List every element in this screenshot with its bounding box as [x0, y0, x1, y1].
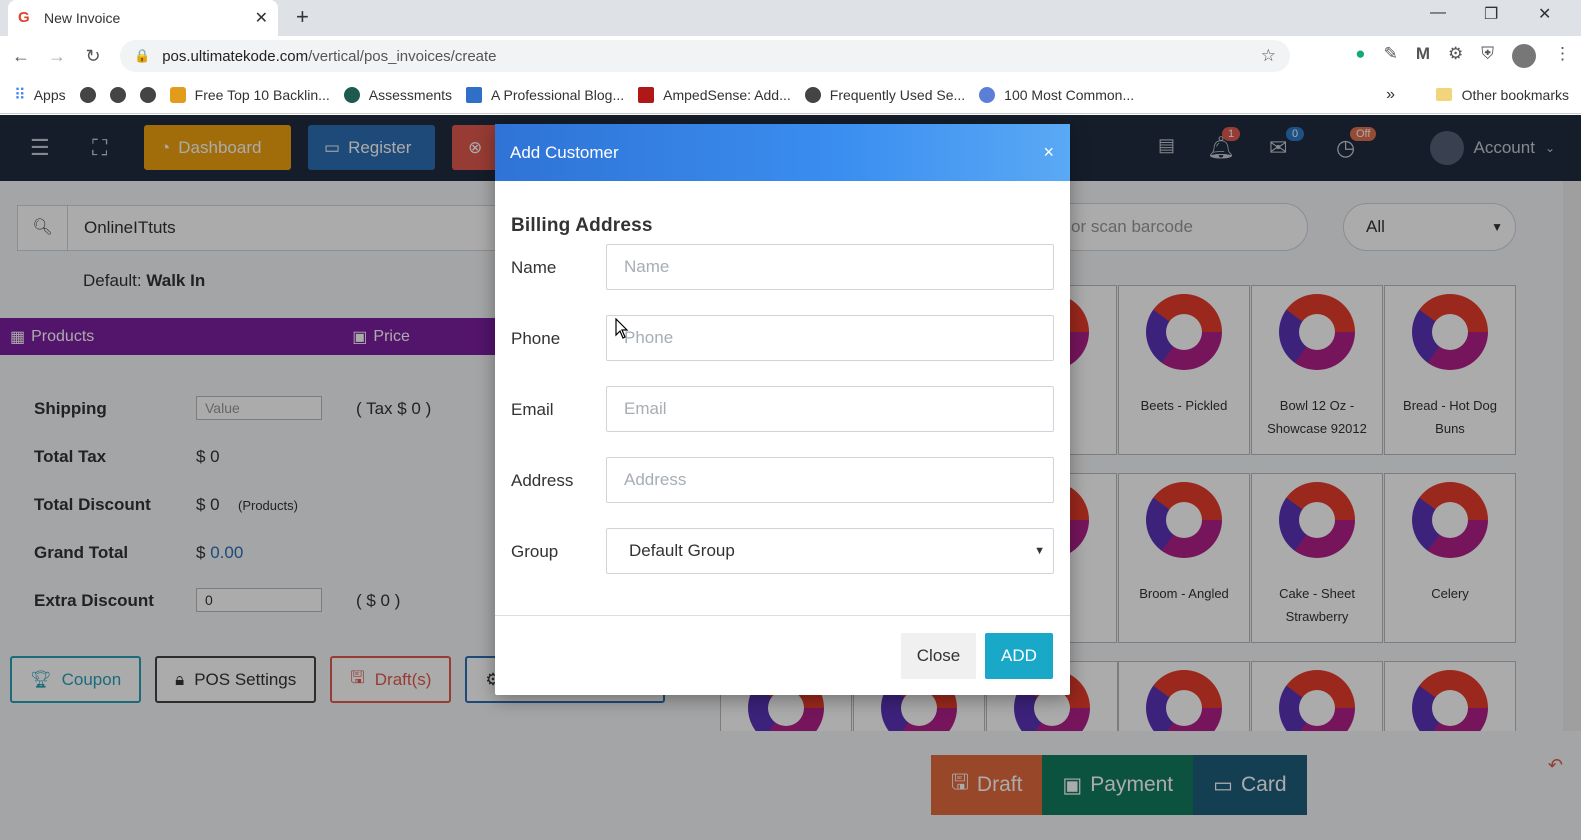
shield-icon[interactable]: ⛨	[1481, 44, 1494, 68]
globe-icon	[109, 86, 126, 103]
group-row: Group Default Group ▼	[511, 528, 1054, 574]
bookmark-blog[interactable]: A Professional Blog...	[466, 86, 624, 103]
lock-icon: 🔒	[134, 48, 151, 63]
bookmark-frequently-used[interactable]: Frequently Used Se...	[804, 86, 965, 103]
email-field[interactable]	[606, 386, 1054, 432]
group-select[interactable]: Default Group ▼	[606, 528, 1054, 574]
bookmark-apps[interactable]: ⠿ Apps	[14, 85, 66, 105]
forward-icon[interactable]: →	[42, 46, 72, 67]
gear-extension-icon[interactable]: ⚙	[1448, 44, 1463, 68]
bookmark-100-most-common[interactable]: 100 Most Common...	[979, 86, 1134, 103]
add-button[interactable]: ADD	[985, 633, 1053, 679]
bookmark-ampedsense[interactable]: AmpedSense: Add...	[638, 86, 791, 103]
apps-grid-icon: ⠿	[14, 86, 26, 104]
close-button[interactable]: Close	[901, 633, 976, 679]
url-field[interactable]: 🔒 pos.ultimatekode.com/vertical/pos_invo…	[120, 40, 1290, 72]
bookmark-circle-icon	[343, 86, 360, 103]
bookmark-assessments[interactable]: Assessments	[343, 86, 452, 103]
add-customer-modal: Add Customer × Billing Address Name Phon…	[495, 124, 1070, 695]
address-row: Address	[511, 457, 1054, 503]
other-bookmarks[interactable]: Other bookmarks	[1435, 87, 1569, 103]
folder-icon	[1435, 88, 1452, 101]
reload-icon[interactable]: ↻	[78, 46, 108, 67]
modal-header: Add Customer ×	[495, 124, 1070, 181]
tab-title: New Invoice	[44, 10, 121, 26]
modal-title: Add Customer	[510, 142, 619, 162]
bookmark-blog-icon	[466, 86, 483, 103]
dropdown-arrow-icon: ▼	[1034, 545, 1045, 557]
billing-address-heading: Billing Address	[511, 215, 653, 236]
star-icon[interactable]: ☆	[1261, 46, 1276, 66]
browser-tab[interactable]: G New Invoice ✕	[8, 0, 278, 36]
bookmark-b-icon	[169, 86, 186, 103]
new-tab-icon[interactable]: +	[296, 4, 309, 30]
phone-row: Phone	[511, 315, 1054, 361]
menu-kebab-icon[interactable]: ⋮	[1554, 44, 1571, 68]
email-row: Email	[511, 386, 1054, 432]
url-host: pos.ultimatekode.com	[162, 47, 309, 65]
close-icon[interactable]: ×	[1043, 142, 1054, 163]
extensions: ● ✎ M ⚙ ⛨ ⋮	[1355, 44, 1571, 68]
bookmark-backlinks[interactable]: Free Top 10 Backlin...	[169, 86, 330, 103]
bookmark-red-icon	[638, 86, 655, 103]
minimize-icon[interactable]: —	[1430, 4, 1446, 22]
bookmark-globe-3[interactable]	[139, 86, 156, 103]
modal-body: Billing Address Name Phone Email Address…	[495, 181, 1070, 616]
modal-footer: Close ADD	[495, 615, 1070, 695]
bookmark-globe-2[interactable]	[109, 86, 126, 103]
restore-icon[interactable]: ❐	[1484, 4, 1498, 24]
phone-field[interactable]	[606, 315, 1054, 361]
globe-icon	[804, 86, 821, 103]
bookmark-bubble-icon	[979, 86, 996, 103]
profile-avatar-icon[interactable]	[1512, 44, 1536, 68]
name-row: Name	[511, 244, 1054, 290]
address-field[interactable]	[606, 457, 1054, 503]
url-path: /vertical/pos_invoices/create	[308, 47, 497, 65]
eyedropper-icon[interactable]: ✎	[1384, 44, 1398, 68]
grammarly-icon[interactable]: ●	[1355, 44, 1365, 68]
close-tab-icon[interactable]: ✕	[255, 8, 268, 28]
bookmarks-bar: ⠿ Apps Free Top 10 Backlin... Assessments…	[0, 76, 1581, 114]
bookmark-globe-1[interactable]	[79, 86, 96, 103]
name-field[interactable]	[606, 244, 1054, 290]
m-extension-icon[interactable]: M	[1416, 44, 1430, 68]
favicon-icon: G	[18, 9, 30, 26]
close-window-icon[interactable]: ✕	[1538, 4, 1551, 24]
address-bar-row: ← → ↻ 🔒 pos.ultimatekode.com/vertical/po…	[0, 36, 1581, 76]
more-bookmarks-icon[interactable]: »	[1386, 86, 1395, 104]
globe-icon	[139, 86, 156, 103]
mouse-cursor-icon	[615, 318, 629, 339]
browser-tabbar: G New Invoice ✕ + — ❐ ✕	[0, 0, 1581, 36]
globe-icon	[79, 86, 96, 103]
back-icon[interactable]: ←	[6, 46, 36, 67]
